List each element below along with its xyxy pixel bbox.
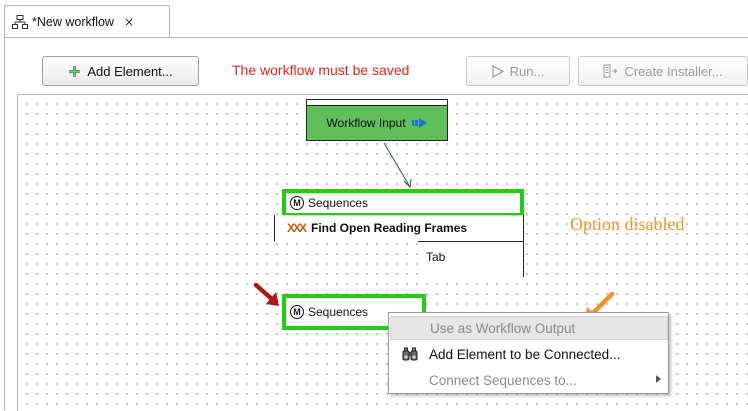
workflow-icon <box>12 15 28 29</box>
create-installer-label: Create Installer... <box>624 63 723 79</box>
connection-line <box>383 142 412 189</box>
output-port-table[interactable]: Tab <box>418 241 524 277</box>
context-menu: Use as Workflow Output Add Element to be… <box>388 312 669 394</box>
menu-item-label: Add Element to be Connected... <box>429 346 621 362</box>
workflow-input-label: Workflow Input <box>326 116 406 130</box>
input-port-sequences[interactable]: M Sequences <box>282 189 524 217</box>
menu-item-use-as-workflow-output[interactable]: Use as Workflow Output <box>390 316 668 340</box>
process-label: Find Open Reading Frames <box>311 221 468 235</box>
menu-item-connect-sequences-to[interactable]: Connect Sequences to... <box>390 368 668 392</box>
add-element-icon <box>69 65 81 77</box>
tab-new-workflow[interactable]: *New workflow × <box>4 5 170 38</box>
tab-strip: *New workflow × <box>0 0 748 38</box>
save-warning: The workflow must be saved <box>232 62 410 78</box>
option-disabled-annotation: Option disabled <box>570 214 685 234</box>
binoculars-icon <box>402 347 418 361</box>
find-orf-element[interactable]: XXX Find Open Reading Frames <box>274 215 524 241</box>
output-port-label: Sequences <box>308 305 369 319</box>
add-element-label: Add Element... <box>87 63 173 79</box>
run-button[interactable]: Run... <box>466 56 570 86</box>
installer-icon <box>603 64 618 77</box>
mandatory-icon: M <box>290 196 304 210</box>
create-installer-button[interactable]: Create Installer... <box>578 56 748 86</box>
submenu-arrow-icon <box>656 375 661 383</box>
input-arrow-icon <box>411 118 427 128</box>
add-element-button[interactable]: Add Element... <box>42 56 199 86</box>
menu-item-add-element-to-be-connected[interactable]: Add Element to be Connected... <box>390 342 668 366</box>
menu-item-label: Use as Workflow Output <box>430 320 576 336</box>
run-label: Run... <box>509 63 545 79</box>
mandatory-icon: M <box>290 305 304 319</box>
menu-item-label: Connect Sequences to... <box>429 372 577 388</box>
toolbar: Add Element... The workflow must be save… <box>5 38 748 93</box>
close-icon[interactable]: × <box>124 15 134 29</box>
output-port-table-label: Tab <box>426 250 446 264</box>
workflow-input-node[interactable]: Workflow Input <box>306 105 448 141</box>
play-icon <box>492 64 504 78</box>
tab-title: *New workflow <box>32 15 114 29</box>
input-port-label: Sequences <box>308 196 369 210</box>
red-pointer-arrow <box>254 282 279 306</box>
orf-icon: XXX <box>287 221 307 235</box>
